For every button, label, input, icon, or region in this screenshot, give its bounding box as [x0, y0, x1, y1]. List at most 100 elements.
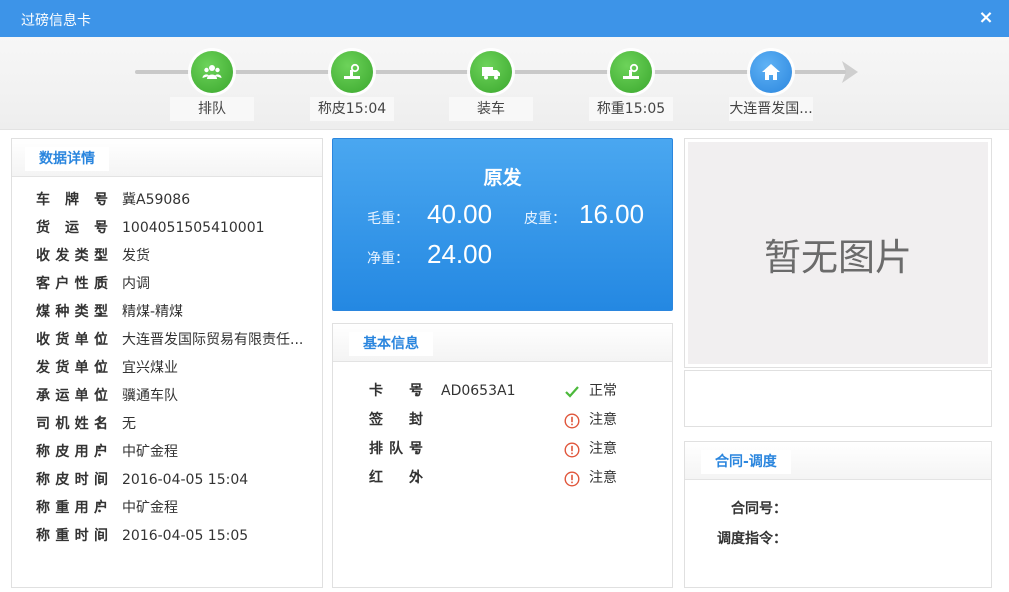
contract-row: 调度指令：	[685, 524, 991, 554]
home-icon	[750, 51, 792, 93]
colon: ：	[96, 388, 110, 404]
warning-icon	[564, 471, 580, 487]
detail-row: 收发类型：发货	[12, 242, 322, 270]
detail-row: 客户性质：内调	[12, 270, 322, 298]
window-title: 过磅信息卡	[21, 13, 91, 29]
weight-title: 原发	[483, 167, 522, 189]
check-icon	[565, 386, 579, 398]
detail-row: 收货单位：大连晋发国际贸易有限责任...	[12, 326, 322, 354]
basic-value: AD0653A1	[441, 383, 516, 399]
contract-key: 调度指令：	[717, 531, 787, 547]
panel-title: 数据详情	[25, 147, 109, 171]
basic-info-list: 卡号： AD0653A1 正常 签封： 注意 排队号： 注意 红外： 注意	[333, 362, 672, 493]
title-bar: 过磅信息卡 ×	[0, 0, 1009, 37]
net-weight-label: 净重：	[367, 251, 409, 267]
detail-row: 称皮时间： 2016-04-05 15:04	[12, 466, 322, 494]
step-destination: 大连晋发国...	[729, 51, 813, 121]
photo-panel: 暂无图片	[684, 138, 992, 368]
step-label: 大连晋发国...	[729, 97, 813, 121]
colon: ：	[96, 472, 110, 488]
gross-weight-label: 毛重：	[367, 211, 409, 227]
step-label: 称皮15:04	[310, 97, 394, 121]
contract-list: 合同号： 调度指令：	[685, 480, 991, 554]
colon: ：	[96, 276, 110, 292]
detail-value: 无	[122, 416, 136, 432]
basic-row-infrared: 红外： 注意	[333, 464, 672, 493]
step-gross: 称重15:05	[589, 51, 673, 121]
colon: ：	[96, 332, 110, 348]
basic-row-queue: 排队号： 注意	[333, 435, 672, 464]
detail-row: 货运号： 1004051505410001	[12, 214, 322, 242]
colon: ：	[96, 500, 110, 516]
gross-weight-value: 40.00	[427, 199, 493, 229]
people-icon	[191, 51, 233, 93]
detail-value: 冀A59086	[122, 192, 191, 208]
photo-placeholder: 暂无图片	[688, 142, 988, 364]
colon: ：	[96, 444, 110, 460]
step-label: 排队	[170, 97, 254, 121]
step-queue: 排队	[170, 51, 254, 121]
colon: ：	[413, 383, 427, 399]
contract-row: 合同号：	[685, 494, 991, 524]
data-details-panel: 数据详情 车牌号：冀A59086 货运号： 1004051505410001 收发…	[11, 138, 323, 588]
basic-row-card: 卡号： AD0653A1 正常	[333, 377, 672, 406]
status-text: 注意	[589, 470, 617, 486]
step-label: 装车	[449, 97, 533, 121]
details-list: 车牌号：冀A59086 货运号： 1004051505410001 收发类型：发货…	[12, 177, 322, 550]
colon: ：	[413, 412, 427, 428]
tare-weight-label: 皮重：	[524, 211, 566, 227]
status-text: 注意	[589, 441, 617, 457]
detail-row: 承运单位：骥通车队	[12, 382, 322, 410]
contract-key: 合同号：	[731, 501, 787, 517]
weight-card: 原发 毛重： 40.00 皮重： 16.00 净重： 24.00	[332, 138, 673, 311]
panel-header: 数据详情	[12, 139, 322, 177]
detail-row: 煤种类型：精煤-精煤	[12, 298, 322, 326]
detail-value: 精煤-精煤	[122, 304, 184, 320]
net-weight-value: 24.00	[427, 239, 493, 269]
colon: ：	[96, 416, 110, 432]
panel-header: 基本信息	[333, 324, 672, 362]
step-label: 称重15:05	[589, 97, 673, 121]
contract-panel: 合同-调度 合同号： 调度指令：	[684, 441, 992, 588]
colon: ：	[96, 248, 110, 264]
panel-header: 合同-调度	[685, 442, 991, 480]
status-text: 正常	[589, 383, 617, 399]
step-tare: 称皮15:04	[310, 51, 394, 121]
warning-icon	[564, 413, 580, 429]
colon: ：	[96, 192, 110, 208]
tare-weight-value: 16.00	[579, 199, 645, 229]
colon: ：	[96, 528, 110, 544]
process-progress: 排队 称皮15:04 装车 称重15:05 大连晋发国...	[0, 37, 1009, 130]
detail-value: 1004051505410001	[122, 220, 265, 236]
no-image-text: 暂无图片	[764, 236, 912, 279]
panel-title: 合同-调度	[701, 450, 791, 474]
close-icon[interactable]: ×	[977, 8, 995, 28]
colon: ：	[413, 470, 427, 486]
colon: ：	[413, 441, 427, 457]
colon: ：	[96, 304, 110, 320]
detail-row: 称重时间： 2016-04-05 15:05	[12, 522, 322, 550]
detail-value: 宜兴煤业	[122, 360, 178, 376]
detail-value: 2016-04-05 15:05	[122, 528, 249, 544]
scale-icon	[331, 51, 373, 93]
photo-caption-box	[684, 370, 992, 427]
detail-value: 内调	[122, 276, 150, 292]
basic-info-panel: 基本信息 卡号： AD0653A1 正常 签封： 注意 排队号： 注意 红外： …	[332, 323, 673, 588]
scale-icon	[610, 51, 652, 93]
detail-value: 骥通车队	[122, 388, 178, 404]
arrow-right-icon	[842, 61, 858, 83]
panel-title: 基本信息	[349, 332, 433, 356]
detail-row: 发货单位：宜兴煤业	[12, 354, 322, 382]
step-loading: 装车	[449, 51, 533, 121]
colon: ：	[96, 220, 110, 236]
warning-icon	[564, 442, 580, 458]
detail-row: 称皮用户：中矿金程	[12, 438, 322, 466]
truck-icon	[470, 51, 512, 93]
detail-row: 司机姓名：无	[12, 410, 322, 438]
basic-row-seal: 签封： 注意	[333, 406, 672, 435]
detail-value: 发货	[122, 248, 150, 264]
detail-value: 中矿金程	[122, 500, 178, 516]
detail-value: 大连晋发国际贸易有限责任...	[122, 332, 304, 348]
detail-row: 称重用户：中矿金程	[12, 494, 322, 522]
status-text: 注意	[589, 412, 617, 428]
